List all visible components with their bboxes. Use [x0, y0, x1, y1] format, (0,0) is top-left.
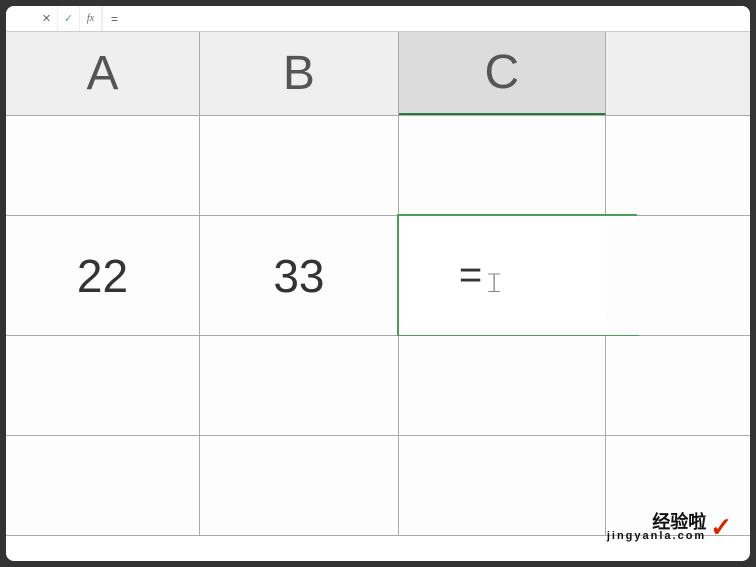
- cell-b1[interactable]: [200, 116, 399, 215]
- editing-cell-text: =: [459, 253, 482, 298]
- spreadsheet-grid: A B C 22 33 = 𝙸: [6, 32, 750, 536]
- column-header-b[interactable]: B: [200, 32, 399, 115]
- cell-a4[interactable]: [6, 436, 200, 535]
- cell-b2[interactable]: 33: [200, 216, 399, 335]
- check-icon: ✓: [710, 512, 732, 543]
- formula-enter-button[interactable]: ✓: [58, 6, 80, 31]
- row-2: 22 33 = 𝙸: [6, 216, 750, 336]
- cell-c3[interactable]: [399, 336, 606, 435]
- column-header-d[interactable]: [606, 32, 750, 115]
- fx-icon: fx: [87, 13, 94, 24]
- cell-a3[interactable]: [6, 336, 200, 435]
- row-3: [6, 336, 750, 436]
- column-header-c[interactable]: C: [399, 32, 606, 115]
- cell-b4[interactable]: [200, 436, 399, 535]
- insert-function-button[interactable]: fx: [80, 6, 102, 31]
- formula-bar: ✕ ✓ fx =: [6, 6, 750, 32]
- cell-a1[interactable]: [6, 116, 200, 215]
- cell-d3[interactable]: [606, 336, 750, 435]
- row-1: [6, 116, 750, 216]
- text-cursor-icon: 𝙸: [484, 267, 504, 300]
- cell-d1[interactable]: [606, 116, 750, 215]
- formula-cancel-button[interactable]: ✕: [36, 6, 58, 31]
- cell-d2[interactable]: [606, 216, 750, 335]
- cell-c4[interactable]: [399, 436, 606, 535]
- watermark: 经验啦 jingyanla.com ✓: [607, 512, 732, 543]
- column-header-a[interactable]: A: [6, 32, 200, 115]
- cell-c2[interactable]: = 𝙸: [399, 216, 606, 335]
- formula-input[interactable]: =: [102, 6, 750, 31]
- cell-c1[interactable]: [399, 116, 606, 215]
- editing-cell-c2[interactable]: = 𝙸: [397, 214, 637, 337]
- column-headers: A B C: [6, 32, 750, 116]
- cell-b3[interactable]: [200, 336, 399, 435]
- watermark-url: jingyanla.com: [607, 531, 706, 542]
- watermark-title: 经验啦: [652, 513, 706, 531]
- cell-a2[interactable]: 22: [6, 216, 200, 335]
